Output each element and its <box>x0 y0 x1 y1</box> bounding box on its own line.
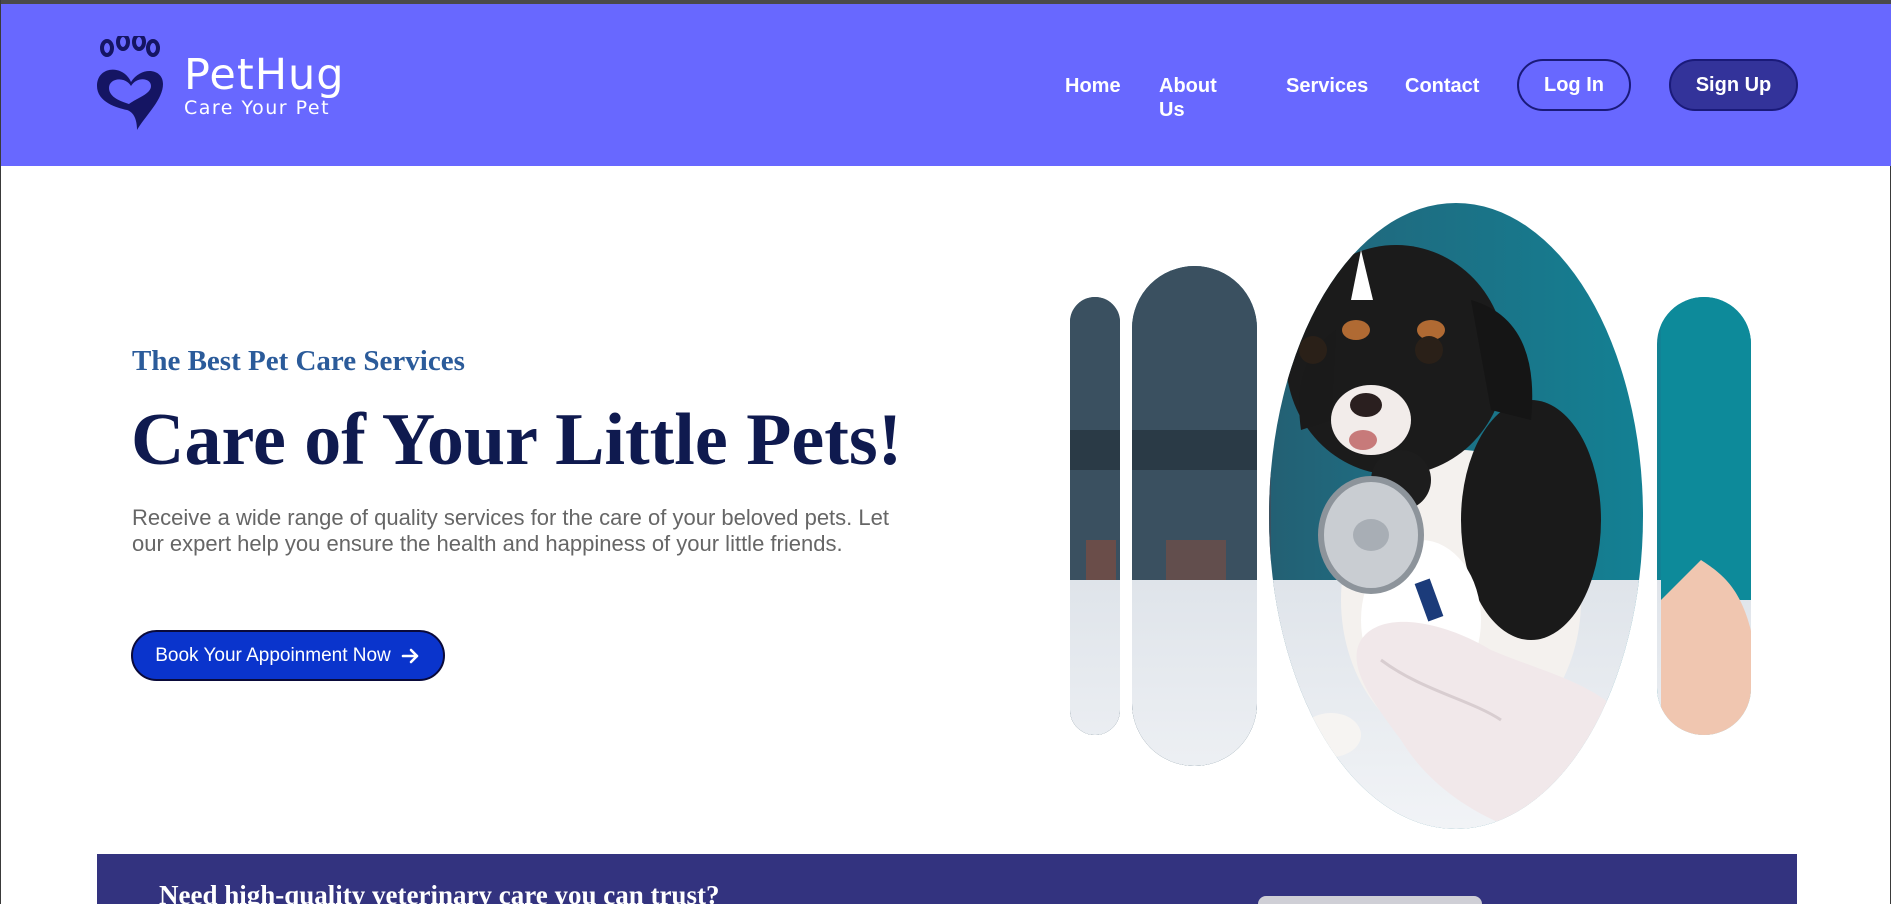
gallery-main-image <box>1061 200 1761 840</box>
arrow-right-icon <box>401 648 419 663</box>
nav-about-us[interactable]: About Us <box>1159 74 1217 122</box>
cta-banner: Need high-quality veterinary care you ca… <box>97 854 1797 904</box>
paw-heart-icon <box>97 36 163 130</box>
brand-tagline: Care Your Pet <box>184 97 331 119</box>
login-button[interactable]: Log In <box>1517 59 1631 111</box>
banner-text: Need high-quality veterinary care you ca… <box>159 880 720 904</box>
banner-button[interactable] <box>1258 896 1482 904</box>
book-appointment-button[interactable]: Book Your Appoinment Now <box>131 630 445 681</box>
book-appointment-label: Book Your Appoinment Now <box>155 644 391 666</box>
hero-subtitle: The Best Pet Care Services <box>132 345 465 377</box>
gallery-slice-2 <box>1061 200 1761 840</box>
gallery-slice-1 <box>1061 200 1761 840</box>
gallery-slice-4 <box>1061 200 1761 840</box>
logo[interactable]: PetHug Care Your Pet <box>93 36 353 136</box>
site-header: PetHug Care Your Pet Home About Us Servi… <box>1 4 1891 166</box>
nav-home[interactable]: Home <box>1065 74 1121 98</box>
brand-name: PetHug <box>184 50 345 100</box>
hero-title: Care of Your Little Pets! <box>131 399 903 481</box>
nav-contact[interactable]: Contact <box>1405 74 1479 98</box>
nav-services[interactable]: Services <box>1286 74 1368 98</box>
hero-description: Receive a wide range of quality services… <box>132 505 889 556</box>
signup-button[interactable]: Sign Up <box>1669 59 1798 111</box>
